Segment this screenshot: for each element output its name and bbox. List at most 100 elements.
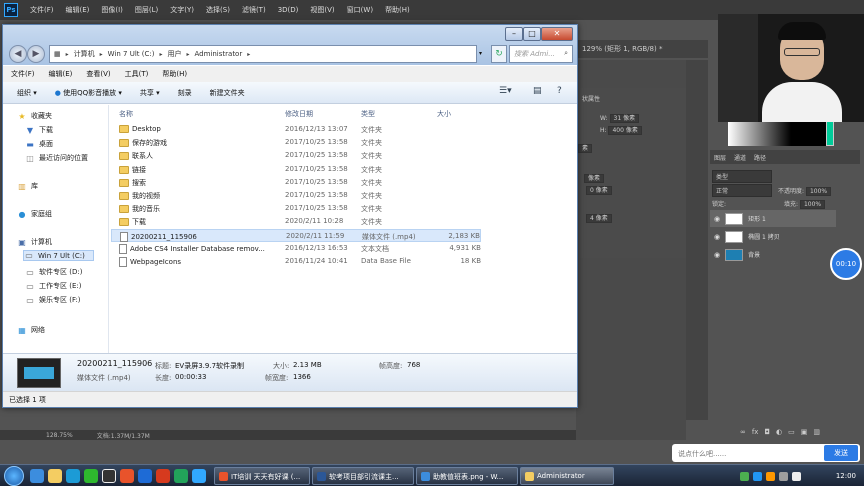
start-button[interactable] xyxy=(4,466,24,486)
ps-menu-file[interactable]: 文件(F) xyxy=(30,5,54,15)
tray-icon[interactable] xyxy=(753,471,762,481)
adjustment-icon[interactable]: ◐ xyxy=(776,428,782,438)
nav-downloads[interactable]: ▼ 下载 xyxy=(25,125,53,135)
props-w-field[interactable]: 31 像素 xyxy=(609,114,640,123)
props-feather-field[interactable]: 0 像素 xyxy=(586,186,612,195)
ps-menu-window[interactable]: 窗口(W) xyxy=(347,5,373,15)
file-row[interactable]: Desktop 2016/12/13 13:07 文件夹 xyxy=(111,123,481,136)
address-bar[interactable]: ▦ ▸ 计算机 ▸ Win 7 Ult (C:) ▸ 用户 ▸ Administ… xyxy=(49,45,477,63)
nav-drive-c[interactable]: ▭ Win 7 Ult (C:) xyxy=(23,250,94,261)
breadcrumb-users[interactable]: 用户 xyxy=(167,49,181,59)
taskbar-button[interactable]: IT培训 天天有好课 (... xyxy=(214,467,310,485)
burn-button[interactable]: 刻录 xyxy=(172,86,198,100)
close-button[interactable]: ✕ xyxy=(541,27,573,41)
menu-help[interactable]: 帮助(H) xyxy=(162,69,187,79)
file-row[interactable]: 保存的游戏 2017/10/25 13:58 文件夹 xyxy=(111,136,481,149)
nav-recent[interactable]: ◫ 最近访问的位置 xyxy=(25,153,88,163)
tray-icon[interactable] xyxy=(766,471,775,481)
ps-menu-edit[interactable]: 编辑(E) xyxy=(66,5,90,15)
ps-menu-view[interactable]: 视图(V) xyxy=(310,5,334,15)
file-row[interactable]: 我的视频 2017/10/25 13:58 文件夹 xyxy=(111,189,481,202)
eye-icon[interactable]: ◉ xyxy=(714,233,720,241)
ps-menu-3d[interactable]: 3D(D) xyxy=(278,6,299,14)
search-input[interactable]: 搜索 Admi... ⌕ xyxy=(509,45,573,63)
nav-favorites[interactable]: ★ 收藏夹 xyxy=(17,111,52,121)
menu-edit[interactable]: 编辑(E) xyxy=(49,69,73,79)
share-button[interactable]: 共享 ▾ xyxy=(134,86,166,100)
nav-drive-e[interactable]: ▭ 工作专区 (E:) xyxy=(25,281,81,291)
col-name[interactable]: 名称 xyxy=(119,109,133,119)
media-player-icon[interactable] xyxy=(66,469,80,483)
nav-library[interactable]: ▥ 库 xyxy=(17,181,38,191)
layer-background[interactable]: ◉ 背景 xyxy=(710,246,836,263)
minimize-button[interactable]: – xyxy=(505,27,523,41)
refresh-icon[interactable]: ↻ xyxy=(491,45,507,63)
col-date[interactable]: 修改日期 xyxy=(285,109,313,119)
menu-tools[interactable]: 工具(T) xyxy=(125,69,149,79)
app-icon[interactable] xyxy=(120,469,134,483)
ps-color-picker[interactable] xyxy=(728,118,833,146)
eye-icon[interactable]: ◉ xyxy=(714,251,720,259)
breadcrumb-drive-c[interactable]: Win 7 Ult (C:) xyxy=(108,50,155,58)
layer-kind-filter[interactable]: 类型 xyxy=(712,170,772,183)
props-density-field[interactable]: 4 像素 xyxy=(586,214,612,223)
col-type[interactable]: 类型 xyxy=(361,109,375,119)
breadcrumb-administrator[interactable]: Administrator xyxy=(195,50,243,58)
ps-document-tab[interactable]: 129% (矩形 1, RGB/8) * xyxy=(576,40,716,58)
back-button[interactable]: ◀ xyxy=(9,45,27,63)
photoshop-icon[interactable] xyxy=(192,469,206,483)
clock[interactable]: 12:00 xyxy=(836,472,860,480)
ps-menu-image[interactable]: 图像(I) xyxy=(101,5,123,15)
taskbar-button[interactable]: 助教值班表.png - W... xyxy=(416,467,518,485)
file-row[interactable]: 下载 2020/2/11 10:28 文件夹 xyxy=(111,215,481,228)
file-row[interactable]: 链接 2017/10/25 13:58 文件夹 xyxy=(111,163,481,176)
nav-drive-d[interactable]: ▭ 软件专区 (D:) xyxy=(25,267,82,277)
eye-icon[interactable]: ◉ xyxy=(714,215,720,223)
tray-icon[interactable] xyxy=(740,471,749,481)
menu-file[interactable]: 文件(F) xyxy=(11,69,35,79)
nav-computer[interactable]: ▣ 计算机 xyxy=(17,237,52,247)
recording-timer[interactable]: 00:10 xyxy=(830,248,862,280)
qq-icon[interactable] xyxy=(102,469,116,483)
app-icon[interactable] xyxy=(138,469,152,483)
fill-field[interactable]: 100% xyxy=(799,200,826,209)
file-row[interactable]: 联系人 2017/10/25 13:58 文件夹 xyxy=(111,149,481,162)
address-dropdown-icon[interactable]: ▾ xyxy=(479,45,489,63)
opacity-field[interactable]: 100% xyxy=(805,187,832,196)
view-options-icon[interactable]: ☰▾ xyxy=(499,86,512,96)
mask-icon[interactable]: ◘ xyxy=(764,428,770,438)
fx-icon[interactable]: fx xyxy=(752,428,759,438)
ps-menu-help[interactable]: 帮助(H) xyxy=(385,5,410,15)
taskbar-button[interactable]: Administrator xyxy=(520,467,614,485)
trash-icon[interactable]: ▥ xyxy=(813,428,820,438)
send-button[interactable]: 发送 xyxy=(824,445,858,461)
file-row[interactable]: WebpageIcons 2016/11/24 10:41 Data Base Fi… xyxy=(111,255,481,268)
maximize-button[interactable]: □ xyxy=(523,27,541,41)
comment-input[interactable] xyxy=(678,448,818,459)
file-row[interactable]: Adobe CS4 Installer Database remov... 201… xyxy=(111,242,481,255)
explorer-icon[interactable] xyxy=(48,469,62,483)
wechat-icon[interactable] xyxy=(84,469,98,483)
props-stroke-field[interactable]: 素 xyxy=(578,144,593,153)
nav-desktop[interactable]: ▬ 桌面 xyxy=(25,139,53,149)
menu-view[interactable]: 查看(V) xyxy=(86,69,110,79)
ps-foreground-swatch[interactable] xyxy=(826,120,834,146)
nav-network[interactable]: ▦ 网络 xyxy=(17,325,45,335)
file-row[interactable]: 搜索 2017/10/25 13:58 文件夹 xyxy=(111,176,481,189)
volume-icon[interactable] xyxy=(792,471,801,481)
preview-pane-icon[interactable]: ▤ xyxy=(533,86,542,96)
play-qq-button[interactable]: ● 使用QQ影音播放 ▾ xyxy=(49,86,128,100)
layer-rect-1[interactable]: ◉ 矩形 1 xyxy=(710,210,836,227)
file-row[interactable]: 我的音乐 2017/10/25 13:58 文件夹 xyxy=(111,202,481,215)
props-radius-field[interactable]: 像素 xyxy=(584,174,605,183)
tab-layers[interactable]: 图层 xyxy=(714,153,726,162)
col-size[interactable]: 大小 xyxy=(437,109,451,119)
forward-button[interactable]: ▶ xyxy=(27,45,45,63)
ps-menu-layer[interactable]: 图层(L) xyxy=(135,5,158,15)
new-folder-button[interactable]: 新建文件夹 xyxy=(204,86,251,100)
taskbar-button[interactable]: 软考项目部引流课主... xyxy=(312,467,414,485)
app-icon[interactable] xyxy=(174,469,188,483)
ps-menu-filter[interactable]: 滤镜(T) xyxy=(242,5,266,15)
explorer-titlebar[interactable]: – □ ✕ ◀ ▶ ▦ ▸ 计算机 ▸ Win 7 Ult (C:) ▸ 用户 … xyxy=(3,25,577,65)
ie-icon[interactable] xyxy=(30,469,44,483)
